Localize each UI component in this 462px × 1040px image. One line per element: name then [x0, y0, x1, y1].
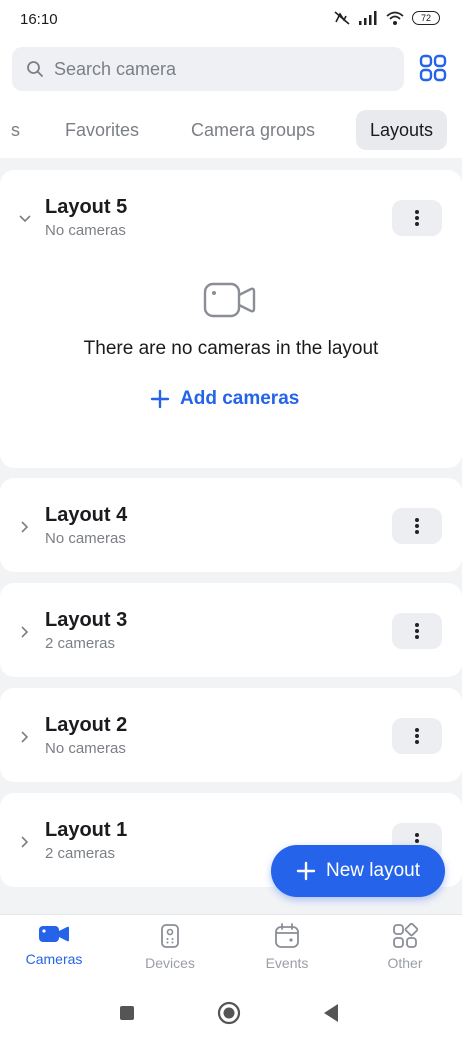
- calendar-icon: [275, 923, 299, 948]
- nav-cameras[interactable]: Cameras: [0, 923, 109, 967]
- recents-icon[interactable]: [118, 1004, 136, 1022]
- tab-layouts[interactable]: Layouts: [356, 110, 448, 150]
- nav-label: Devices: [145, 955, 195, 971]
- layout-subtitle: No cameras: [45, 740, 126, 757]
- signal-icon: [359, 11, 377, 25]
- nav-other[interactable]: Other: [350, 923, 460, 971]
- plus-icon: [296, 861, 316, 881]
- grid-view-icon[interactable]: [418, 53, 448, 83]
- mute-icon: [334, 11, 350, 25]
- tab-favorites[interactable]: Favorites: [65, 116, 139, 144]
- camera-icon: [39, 926, 69, 942]
- add-cameras-label: Add cameras: [180, 388, 300, 409]
- header: s Favorites Camera groups Layouts: [0, 40, 462, 158]
- search-bar[interactable]: [12, 47, 404, 91]
- layout-subtitle: No cameras: [45, 222, 126, 239]
- more-vertical-icon: [415, 623, 419, 639]
- home-icon[interactable]: [217, 1001, 241, 1025]
- nav-label: Other: [387, 955, 423, 971]
- layout-subtitle: 2 cameras: [45, 635, 116, 652]
- layout-card[interactable]: Layout 3 2 cameras: [0, 583, 462, 677]
- wifi-icon: [386, 11, 404, 25]
- tab-camera-groups[interactable]: Camera groups: [191, 116, 315, 144]
- layout-subtitle: 2 cameras: [45, 845, 116, 862]
- more-button[interactable]: [392, 718, 442, 754]
- layout-title: Layout 1: [45, 819, 128, 841]
- search-input[interactable]: [52, 57, 376, 81]
- more-vertical-icon: [415, 728, 419, 744]
- empty-state-message: There are no cameras in the layout: [83, 338, 379, 359]
- chevron-right-icon: [21, 626, 29, 638]
- plus-icon: [150, 389, 170, 409]
- back-icon[interactable]: [322, 1003, 340, 1023]
- nav-devices[interactable]: Devices: [115, 923, 225, 971]
- layout-title: Layout 3: [45, 609, 128, 631]
- layout-title: Layout 4: [45, 504, 128, 526]
- camera-outline-icon: [203, 282, 256, 318]
- layout-card[interactable]: Layout 4 No cameras: [0, 478, 462, 572]
- add-cameras-button[interactable]: Add cameras: [150, 388, 299, 410]
- layout-card: Layout 5 No cameras There are no cameras…: [0, 170, 462, 468]
- nav-label: Cameras: [25, 951, 83, 967]
- layout-subtitle: No cameras: [45, 530, 126, 547]
- status-time: 16:10: [20, 11, 58, 28]
- layout-title[interactable]: Layout 5: [45, 196, 127, 219]
- battery-icon: 72: [412, 11, 440, 25]
- new-layout-label: New layout: [326, 860, 420, 881]
- layout-title: Layout 2: [45, 714, 128, 736]
- more-vertical-icon: [415, 518, 419, 534]
- tab-all[interactable]: s: [11, 116, 20, 144]
- chevron-right-icon: [21, 521, 29, 533]
- device-icon: [161, 924, 179, 948]
- more-button[interactable]: [392, 508, 442, 544]
- nav-events[interactable]: Events: [232, 923, 342, 971]
- tab-bar: s Favorites Camera groups Layouts: [0, 108, 462, 152]
- status-icons: 72: [333, 10, 440, 26]
- more-vertical-icon: [415, 210, 419, 226]
- chevron-right-icon: [21, 836, 29, 848]
- other-icon: [393, 923, 418, 948]
- layout-card[interactable]: Layout 2 No cameras: [0, 688, 462, 782]
- status-bar: 16:10 72: [0, 0, 462, 40]
- nav-label: Events: [265, 955, 309, 971]
- chevron-right-icon: [21, 731, 29, 743]
- more-button[interactable]: [392, 613, 442, 649]
- system-nav-bar: [0, 984, 462, 1040]
- battery-level: 72: [420, 13, 431, 23]
- bottom-nav: Cameras Devices Events Other: [0, 914, 462, 985]
- chevron-down-icon[interactable]: [18, 212, 32, 226]
- new-layout-button[interactable]: New layout: [271, 845, 445, 897]
- search-icon: [27, 61, 43, 77]
- more-button[interactable]: [392, 200, 442, 236]
